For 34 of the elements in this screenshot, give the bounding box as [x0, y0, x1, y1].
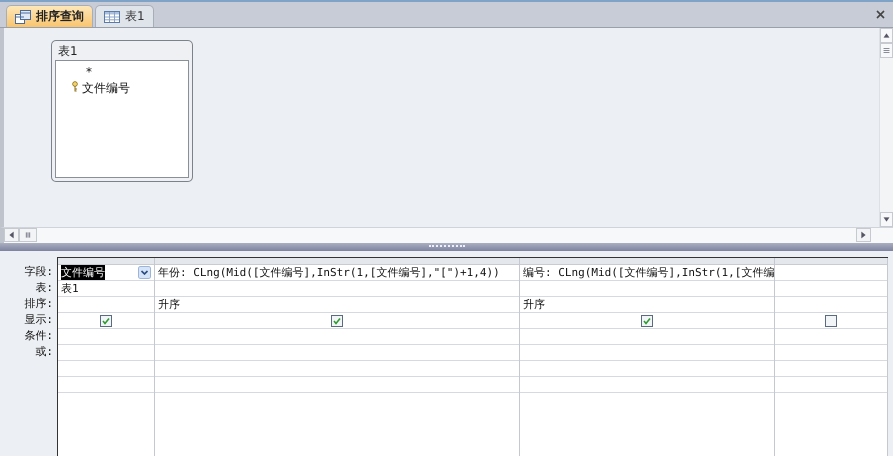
table-icon — [104, 10, 120, 22]
field-value[interactable]: 文件编号 — [61, 265, 105, 280]
horizontal-scrollbar[interactable] — [0, 227, 893, 243]
document-tab[interactable]: 排序查询 — [6, 5, 93, 27]
field-value[interactable]: 年份: CLng(Mid([文件编号],InStr(1,[文件编号],"[")+1,4)) — [158, 265, 500, 280]
row-label: 条件: — [23, 328, 53, 344]
field-value[interactable]: 编号: CLng(Mid([文件编号],InStr(1,[文件编 — [523, 265, 774, 280]
sort-value[interactable]: 升序 — [158, 297, 180, 312]
row-label: 字段: — [23, 264, 53, 280]
row-label: 显示: — [23, 312, 53, 328]
row-label: 或: — [34, 344, 53, 360]
show-checkbox[interactable] — [100, 314, 112, 326]
show-checkbox[interactable] — [331, 314, 343, 326]
field-name[interactable]: * — [86, 64, 92, 78]
scroll-thumb[interactable] — [19, 228, 37, 242]
show-checkbox[interactable] — [825, 314, 837, 326]
close-icon[interactable] — [876, 10, 885, 19]
scroll-left-icon[interactable] — [4, 228, 19, 242]
row-label: 排序: — [23, 296, 53, 312]
table-title: 表1 — [57, 43, 79, 60]
table-field-list[interactable]: 表1 * 文件编号 — [51, 40, 193, 182]
scroll-down-icon[interactable] — [880, 212, 893, 227]
document-tab[interactable]: 表1 — [95, 5, 154, 27]
field-name[interactable]: 文件编号 — [82, 80, 130, 97]
show-checkbox[interactable] — [641, 314, 653, 326]
scroll-right-icon[interactable] — [856, 228, 871, 242]
sort-value[interactable]: 升序 — [523, 297, 545, 312]
scroll-thumb[interactable] — [880, 43, 893, 58]
table-value[interactable]: 表1 — [61, 281, 79, 296]
query-icon — [15, 10, 31, 24]
scroll-up-icon[interactable] — [880, 28, 893, 43]
dropdown-icon[interactable] — [138, 266, 151, 279]
row-label: 表: — [34, 280, 53, 296]
vertical-scrollbar[interactable] — [879, 28, 893, 227]
